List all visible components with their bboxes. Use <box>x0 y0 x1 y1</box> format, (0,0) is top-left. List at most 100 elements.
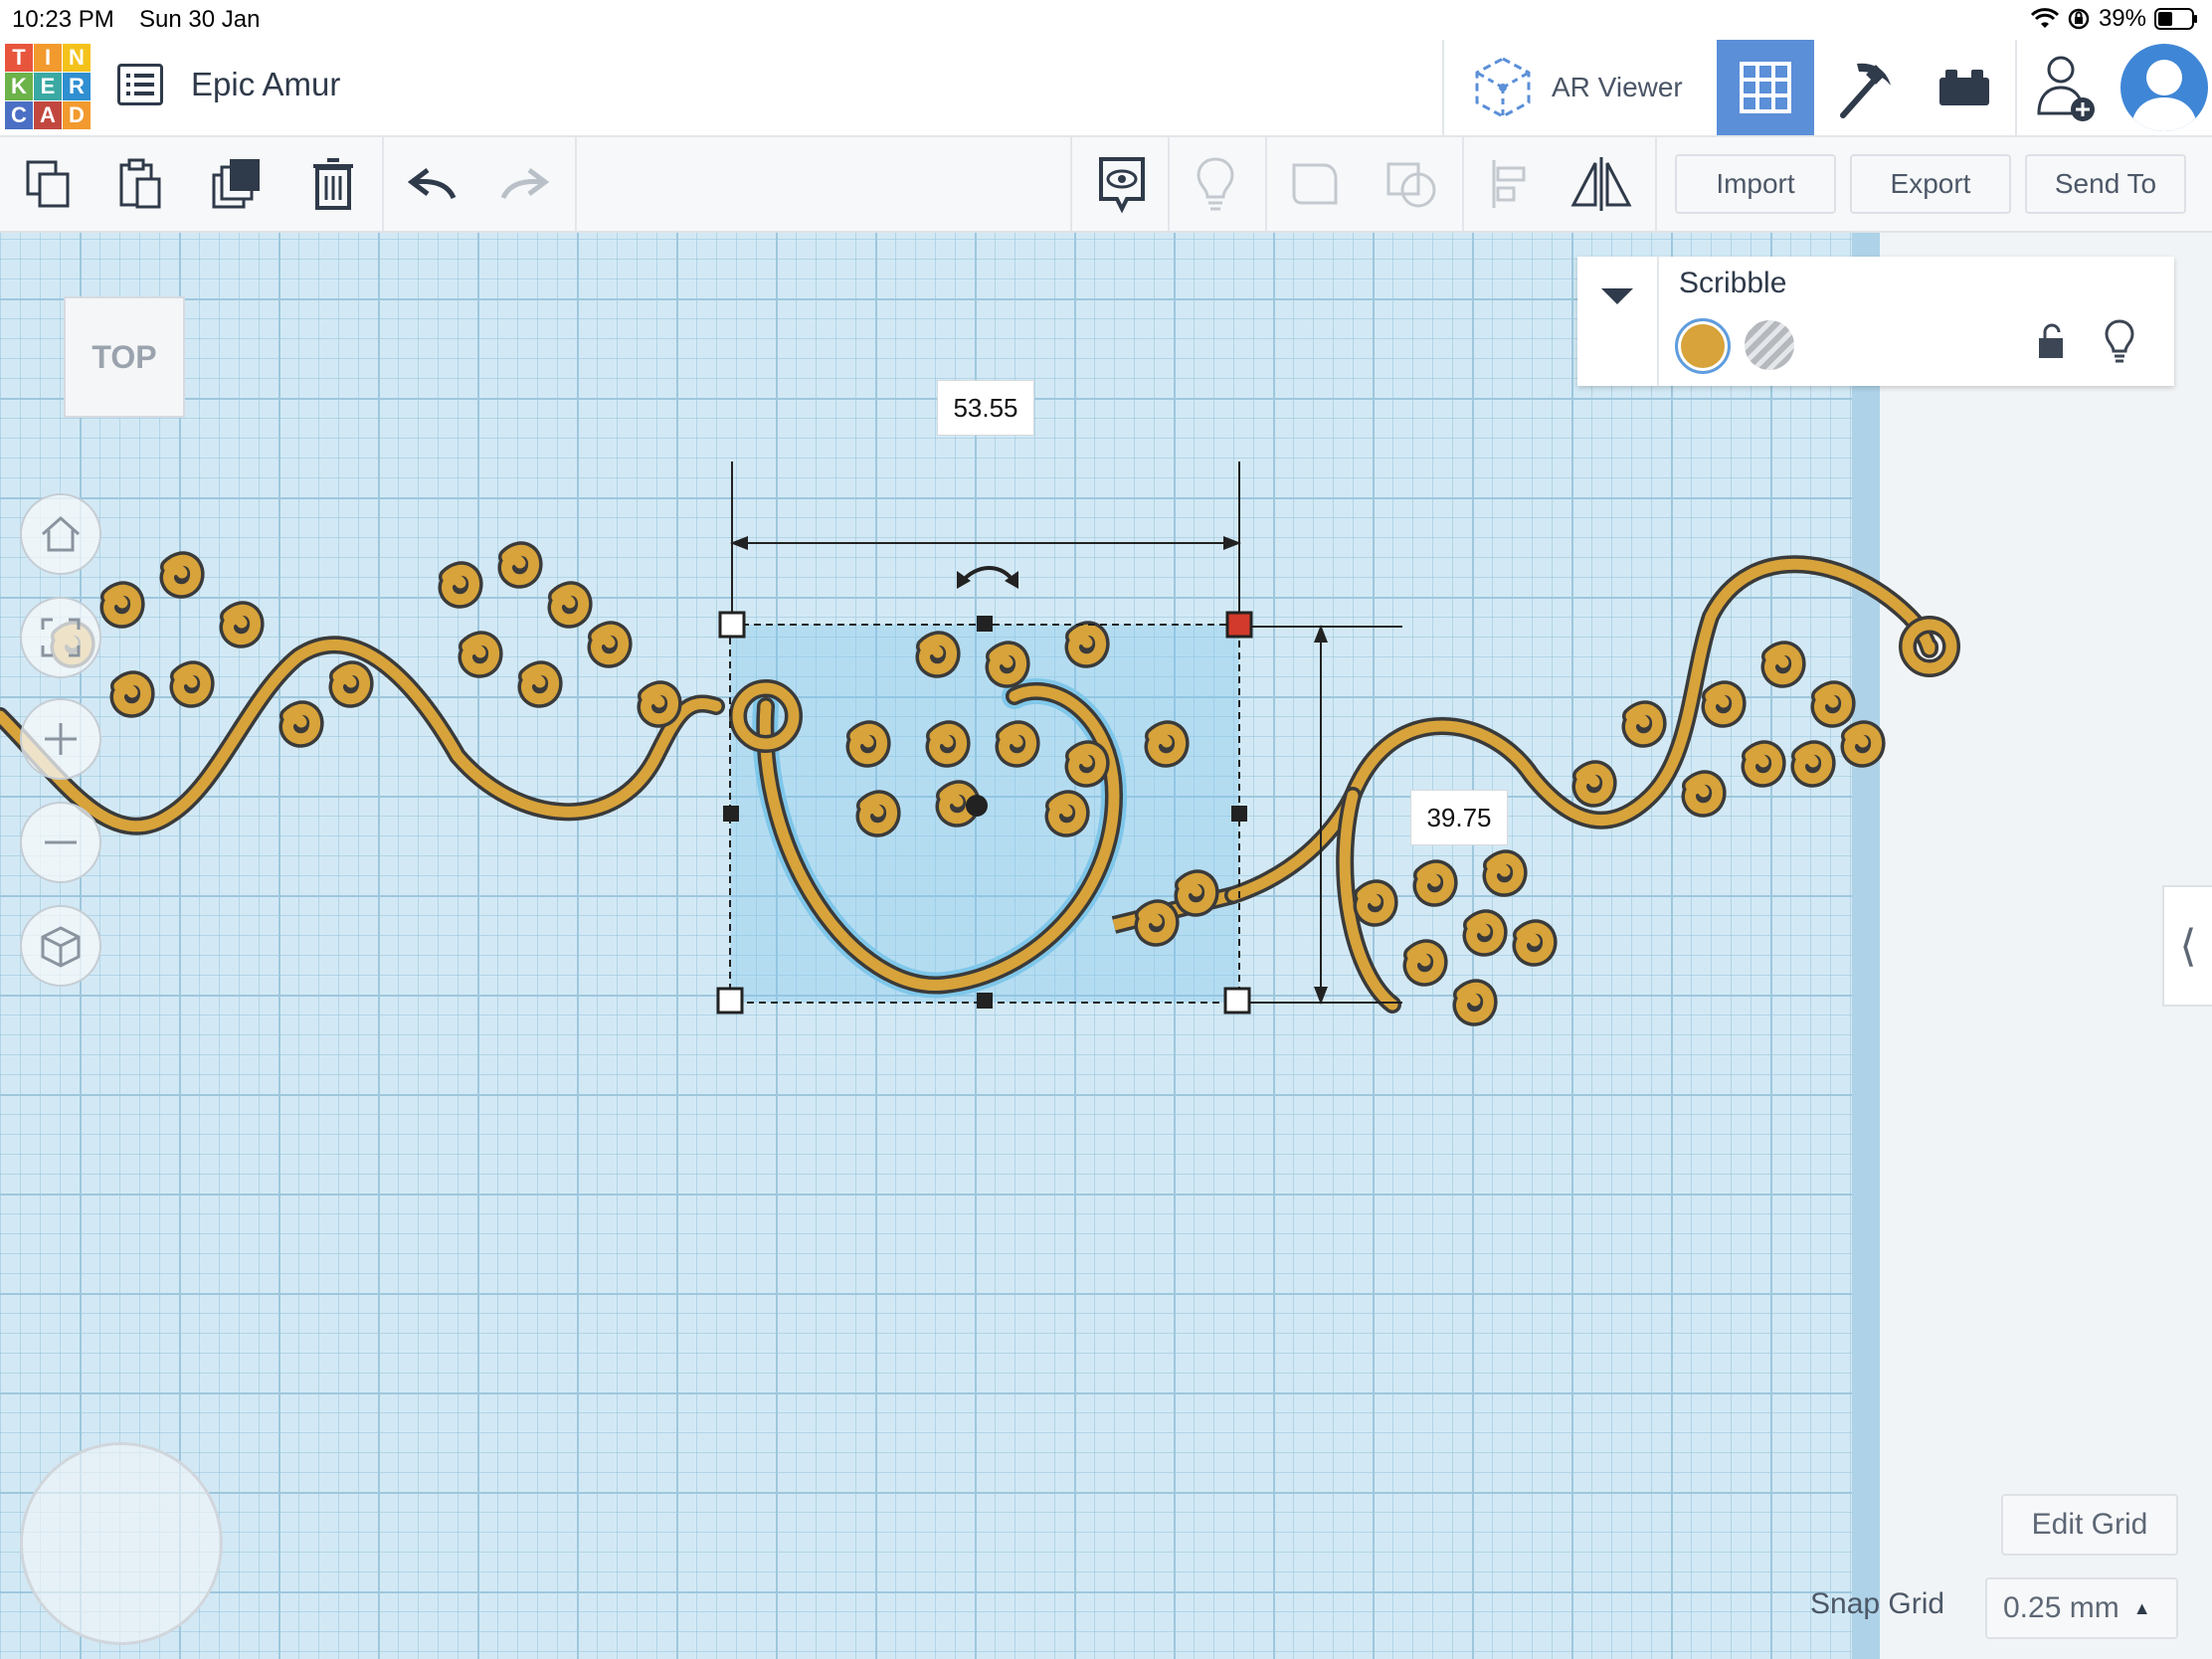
mirror-icon <box>1570 157 1632 211</box>
hide-button[interactable] <box>2103 318 2136 369</box>
lightbulb-icon <box>1197 157 1234 211</box>
width-dimension-label[interactable]: 53.55 <box>937 380 1034 436</box>
logo-letter: C <box>5 101 33 129</box>
redo-icon <box>500 168 549 200</box>
export-button[interactable]: Export <box>1850 154 2011 214</box>
add-user-icon <box>2037 56 2095 121</box>
duplicate-button[interactable] <box>205 137 271 231</box>
orbit-joystick[interactable] <box>20 1442 223 1645</box>
user-avatar-icon <box>2130 60 2198 131</box>
status-time: 10:23 PM <box>12 6 114 33</box>
toolbar-divider <box>575 137 577 231</box>
note-visibility-icon <box>1099 157 1145 214</box>
undo-icon <box>408 168 457 200</box>
height-dimension-label[interactable]: 39.75 <box>1410 790 1508 845</box>
shape-inspector <box>1577 257 2174 386</box>
status-right: 39% <box>2030 5 2198 33</box>
scribble-shape-right[interactable] <box>1224 555 1960 1017</box>
show-all-button[interactable] <box>1180 137 1251 231</box>
list-icon <box>126 74 154 95</box>
fit-view-icon <box>41 618 81 657</box>
collapse-inspector-icon[interactable] <box>1601 288 1633 304</box>
undo-button[interactable] <box>398 137 467 231</box>
snap-grid-label: Snap Grid <box>1810 1587 1945 1620</box>
shapes-panel-toggle[interactable]: ⟨ <box>2162 885 2212 1007</box>
delete-icon <box>313 158 353 210</box>
align-button[interactable] <box>1474 137 1544 231</box>
toolbar-divider <box>1462 137 1464 231</box>
logo-letter: R <box>63 73 91 100</box>
battery-percent: 39% <box>2098 5 2146 32</box>
nav-divider <box>1442 40 1444 135</box>
snap-grid-select[interactable]: 0.25 mm ▲ <box>1985 1577 2178 1639</box>
status-bar: 10:23 PM Sun 30 Jan 39% <box>0 0 2212 40</box>
grid-icon <box>1740 62 1791 113</box>
ungroup-button[interactable] <box>1375 137 1450 231</box>
selection-highlight <box>730 625 1239 1003</box>
logo-letter: E <box>34 73 62 100</box>
copy-icon <box>26 160 70 208</box>
logo-letter: A <box>34 101 62 129</box>
perspective-icon <box>41 926 81 968</box>
tinkercad-logo[interactable]: TIN KER CAD <box>5 44 91 129</box>
hole-swatch[interactable] <box>1745 320 1794 370</box>
group-button[interactable] <box>1277 137 1353 231</box>
zoom-in-button[interactable] <box>20 698 101 780</box>
redo-button[interactable] <box>489 137 559 231</box>
chevron-left-icon: ⟨ <box>2179 921 2197 971</box>
snap-grid-value: 0.25 mm <box>2003 1591 2120 1624</box>
caret-up-icon: ▲ <box>2132 1597 2151 1618</box>
lightbulb-icon <box>2105 319 2134 363</box>
toolbar-divider <box>1265 137 1267 231</box>
lock-button[interactable] <box>2035 320 2069 367</box>
toolbar-divider <box>1655 137 1657 231</box>
design-title[interactable]: Epic Amur <box>191 66 340 103</box>
scribble-shape-left[interactable] <box>0 550 725 835</box>
home-icon <box>42 515 80 552</box>
paste-button[interactable] <box>107 137 173 231</box>
brick-icon <box>1939 70 1989 105</box>
ungroup-icon <box>1386 162 1436 208</box>
toolbar-divider <box>1168 137 1170 231</box>
ar-cube-icon <box>1475 57 1531 118</box>
solid-color-swatch[interactable] <box>1675 318 1731 374</box>
view-codeblocks-button[interactable] <box>1816 40 1914 135</box>
edit-grid-button[interactable]: Edit Grid <box>2001 1494 2178 1556</box>
battery-icon <box>2154 8 2197 30</box>
copy-button[interactable] <box>16 137 82 231</box>
align-icon <box>1492 160 1526 208</box>
inspector-divider <box>1657 257 1659 386</box>
toolbar-divider <box>1070 137 1072 231</box>
import-button[interactable]: Import <box>1675 154 1836 214</box>
status-date: Sun 30 Jan <box>139 6 261 33</box>
delete-button[interactable] <box>300 137 366 231</box>
perspective-button[interactable] <box>20 905 101 987</box>
logo-letter: T <box>5 44 33 72</box>
avatar[interactable] <box>2120 44 2208 131</box>
duplicate-icon <box>212 159 260 209</box>
fit-view-button[interactable] <box>20 597 101 678</box>
mirror-button[interactable] <box>1564 137 1639 231</box>
logo-letter: I <box>34 44 62 72</box>
logo-letter: D <box>63 101 91 129</box>
send-to-button[interactable]: Send To <box>2025 154 2186 214</box>
rotate-handle[interactable] <box>957 566 1018 589</box>
zoom-out-icon <box>45 840 77 844</box>
invite-user-button[interactable] <box>2017 40 2115 135</box>
wifi-icon <box>2030 8 2059 28</box>
view-cube[interactable]: TOP <box>64 296 185 418</box>
notes-visibility-button[interactable] <box>1084 137 1160 231</box>
unlock-icon <box>2039 323 2063 358</box>
home-view-button[interactable] <box>20 493 101 575</box>
ar-viewer-button[interactable]: AR Viewer <box>1472 54 1683 121</box>
ar-viewer-label: AR Viewer <box>1552 72 1683 102</box>
scene <box>0 461 1960 1659</box>
zoom-out-button[interactable] <box>20 802 101 883</box>
zoom-in-icon <box>45 723 77 755</box>
design-list-button[interactable] <box>117 64 163 105</box>
shape-name[interactable]: Scribble <box>1679 267 1786 300</box>
view-bricks-button[interactable] <box>1916 40 2013 135</box>
view-3d-design-button[interactable] <box>1717 40 1814 135</box>
group-icon <box>1292 163 1338 205</box>
rotation-lock-icon <box>2068 8 2090 30</box>
